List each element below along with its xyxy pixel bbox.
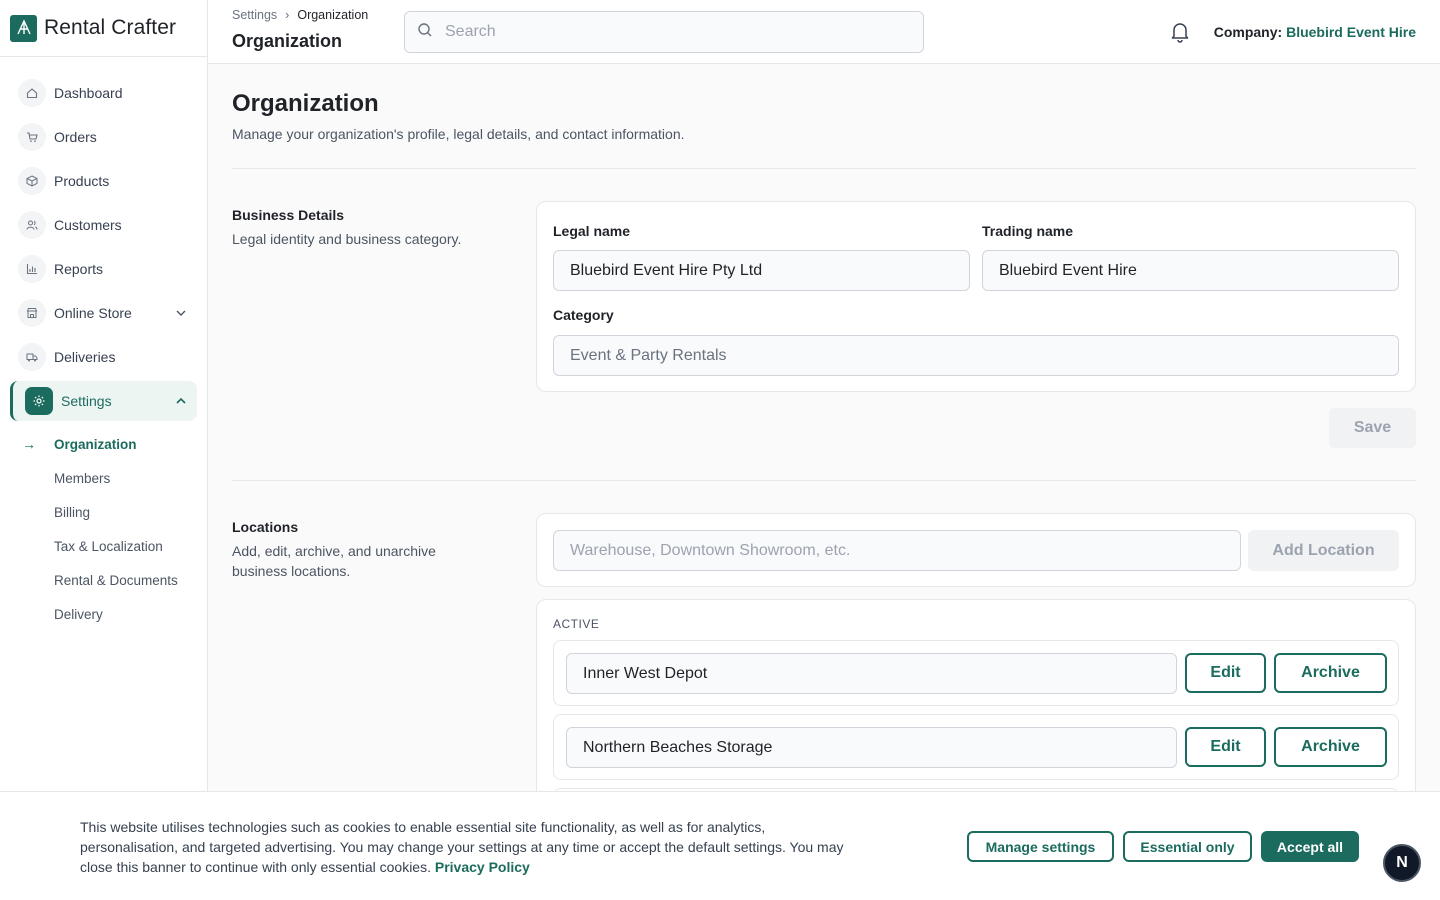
sidebar-subitem-rental-documents[interactable]: Rental & Documents: [0, 563, 207, 597]
trading-name-label: Trading name: [982, 223, 1074, 239]
section-title-locations: Locations: [232, 519, 299, 535]
sidebar-subitem-label: Rental & Documents: [54, 572, 178, 588]
sidebar-item-online-store[interactable]: Online Store: [0, 291, 207, 335]
location-name-input[interactable]: Inner West Depot: [566, 653, 1177, 694]
bar-chart-icon: [18, 255, 46, 283]
business-details-card: Legal name Bluebird Event Hire Pty Ltd T…: [536, 201, 1416, 392]
sidebar-subitem-label: Billing: [54, 504, 91, 520]
home-icon: [18, 79, 46, 107]
sidebar-nav: Dashboard Orders Products Customers Repo…: [0, 57, 207, 631]
cookie-banner: This website utilises technologies such …: [0, 791, 1440, 900]
section-subtitle-locations: Add, edit, archive, and unarchive busine…: [232, 543, 436, 579]
cart-icon: [18, 123, 46, 151]
breadcrumb-organization: Organization: [297, 8, 369, 22]
sidebar-item-label: Dashboard: [54, 85, 123, 101]
top-header: Settings › Organization Organization Com…: [208, 0, 1440, 64]
breadcrumb-settings[interactable]: Settings: [232, 8, 277, 22]
gear-icon: [25, 387, 53, 415]
brand[interactable]: Rental Crafter: [0, 0, 207, 57]
search-box[interactable]: [404, 11, 924, 53]
box-icon: [18, 167, 46, 195]
sidebar-item-settings[interactable]: Settings: [10, 381, 197, 421]
essential-only-button[interactable]: Essential only: [1123, 831, 1252, 862]
breadcrumb: Settings › Organization: [232, 8, 368, 22]
breadcrumb-separator: ›: [285, 8, 290, 22]
sidebar-item-label: Customers: [54, 217, 122, 233]
chevron-up-icon[interactable]: [175, 394, 187, 410]
location-row: Northern Beaches Storage Edit Archive: [553, 714, 1399, 780]
header-title: Organization: [232, 31, 343, 51]
company-selector[interactable]: Company: Bluebird Event Hire: [1214, 24, 1416, 40]
sidebar-item-orders[interactable]: Orders: [0, 115, 207, 159]
manage-settings-button[interactable]: Manage settings: [967, 831, 1114, 862]
sidebar-item-label: Deliveries: [54, 349, 116, 365]
category-select[interactable]: Event & Party Rentals: [553, 335, 1399, 376]
search-input[interactable]: [445, 23, 885, 41]
sidebar-item-products[interactable]: Products: [0, 159, 207, 203]
accept-all-button[interactable]: Accept all: [1261, 831, 1359, 862]
company-label: Company:: [1213, 24, 1283, 40]
settings-submenu: → Organization Members Billing Tax & Loc…: [0, 423, 207, 631]
divider: [232, 480, 1416, 481]
sidebar-item-label: Settings: [61, 393, 112, 409]
page-title: Organization: [232, 90, 379, 117]
edit-location-button[interactable]: Edit: [1185, 653, 1266, 693]
add-location-card: Warehouse, Downtown Showroom, etc. Add L…: [536, 513, 1416, 587]
archive-location-button[interactable]: Archive: [1274, 727, 1387, 767]
sidebar-subitem-label: Organization: [54, 436, 137, 452]
divider: [232, 168, 1416, 169]
sidebar-item-label: Reports: [54, 261, 104, 277]
brand-name: Rental Crafter: [44, 16, 177, 39]
active-locations-card: ACTIVE Inner West Depot Edit Archive Nor…: [536, 599, 1416, 854]
location-row: Inner West Depot Edit Archive: [553, 640, 1399, 706]
sidebar-subitem-members[interactable]: Members: [0, 461, 207, 495]
sidebar-subitem-billing[interactable]: Billing: [0, 495, 207, 529]
legal-name-label: Legal name: [553, 223, 631, 239]
sidebar-item-deliveries[interactable]: Deliveries: [0, 335, 207, 379]
category-label: Category: [553, 307, 614, 323]
legal-name-input[interactable]: Bluebird Event Hire Pty Ltd: [553, 250, 970, 291]
sidebar-subitem-tax-localization[interactable]: Tax & Localization: [0, 529, 207, 563]
sidebar-subitem-label: Members: [54, 470, 111, 486]
sidebar-item-reports[interactable]: Reports: [0, 247, 207, 291]
cookie-text: This website utilises technologies such …: [80, 817, 860, 877]
sidebar-item-customers[interactable]: Customers: [0, 203, 207, 247]
sidebar-item-label: Online Store: [54, 305, 132, 321]
active-section-label: ACTIVE: [553, 617, 600, 631]
sidebar-item-label: Orders: [54, 129, 97, 145]
new-location-input[interactable]: Warehouse, Downtown Showroom, etc.: [553, 530, 1241, 571]
add-location-button[interactable]: Add Location: [1248, 530, 1399, 571]
location-name-input[interactable]: Northern Beaches Storage: [566, 727, 1177, 768]
sidebar-subitem-label: Tax & Localization: [54, 538, 163, 554]
edit-location-button[interactable]: Edit: [1185, 727, 1266, 767]
sidebar-subitem-organization[interactable]: → Organization: [0, 427, 207, 461]
save-button[interactable]: Save: [1329, 408, 1416, 448]
company-value: Bluebird Event Hire: [1286, 24, 1416, 40]
store-icon: [18, 299, 46, 327]
sidebar-subitem-label: Delivery: [54, 606, 103, 622]
sidebar: Rental Crafter Dashboard Orders Products…: [0, 0, 208, 900]
search-icon: [417, 22, 433, 43]
logo-icon: [10, 14, 37, 42]
users-icon: [18, 211, 46, 239]
page-subtitle: Manage your organization's profile, lega…: [232, 126, 685, 142]
trading-name-input[interactable]: Bluebird Event Hire: [982, 250, 1399, 291]
bell-icon[interactable]: [1170, 21, 1190, 48]
dev-badge[interactable]: N: [1383, 844, 1421, 882]
truck-icon: [18, 343, 46, 371]
archive-location-button[interactable]: Archive: [1274, 653, 1387, 693]
sidebar-item-label: Products: [54, 173, 110, 189]
sidebar-item-dashboard[interactable]: Dashboard: [0, 71, 207, 115]
arrow-right-icon: →: [22, 436, 36, 452]
section-subtitle-business: Legal identity and business category.: [232, 231, 462, 247]
section-title-business: Business Details: [232, 207, 345, 223]
chevron-down-icon[interactable]: [175, 306, 187, 322]
sidebar-subitem-delivery[interactable]: Delivery: [0, 597, 207, 631]
privacy-policy-link[interactable]: Privacy Policy: [435, 859, 530, 875]
